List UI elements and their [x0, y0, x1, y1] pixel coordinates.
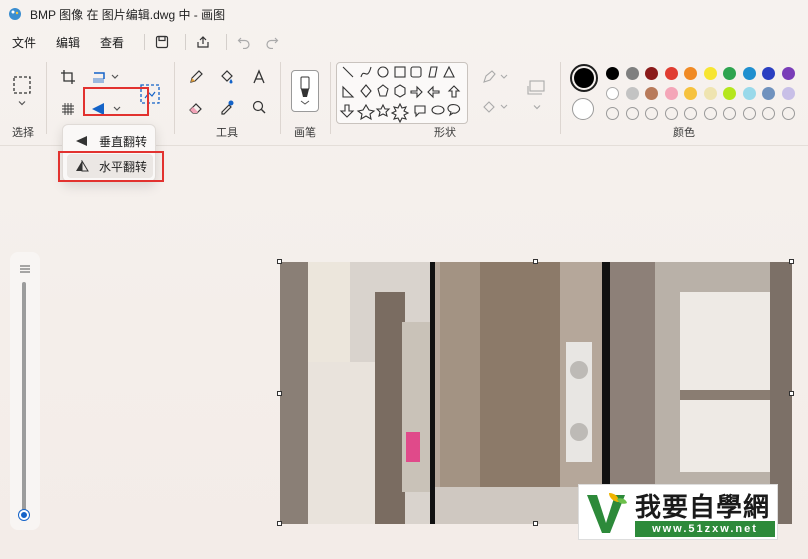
- menu-bar: 文件 编辑 查看: [0, 28, 808, 56]
- resize-handle[interactable]: [533, 521, 538, 526]
- flip-horizontal-highlight-box: [58, 151, 164, 182]
- custom-color-slot[interactable]: [703, 107, 717, 120]
- window-title: BMP 图像 在 图片编辑.dwg 中 - 画图: [30, 7, 226, 22]
- resize-handle[interactable]: [789, 391, 794, 396]
- text-icon[interactable]: [248, 66, 270, 88]
- color-swatch[interactable]: [762, 87, 775, 100]
- secondary-color-button[interactable]: [572, 98, 594, 120]
- menu-item-flip-vertical[interactable]: 垂直翻转: [67, 129, 153, 153]
- logo-v-icon: [587, 493, 627, 533]
- crop-icon[interactable]: [57, 66, 79, 88]
- undo-icon[interactable]: [233, 31, 255, 53]
- fill-bucket-icon[interactable]: [216, 66, 238, 88]
- color-swatch[interactable]: [723, 67, 736, 80]
- tools-group: 工具: [174, 56, 280, 146]
- color-swatch[interactable]: [645, 67, 658, 80]
- menu-file[interactable]: 文件: [6, 31, 42, 54]
- resize-icon[interactable]: [89, 66, 125, 88]
- logo-brand-text: 我要自學網: [635, 493, 771, 523]
- custom-color-slot[interactable]: [781, 107, 795, 120]
- color-swatch[interactable]: [781, 67, 795, 80]
- zoom-slider-icon: [20, 265, 30, 273]
- primary-color-swatch: [574, 68, 594, 88]
- group-label-brushes: 画笔: [294, 127, 316, 139]
- color-swatch[interactable]: [703, 87, 717, 100]
- resize-handle[interactable]: [277, 259, 282, 264]
- color-swatch[interactable]: [625, 87, 639, 100]
- eraser-icon[interactable]: [185, 96, 207, 118]
- layers-icon[interactable]: [524, 76, 550, 102]
- magnifier-icon[interactable]: [248, 96, 270, 118]
- color-swatch[interactable]: [664, 67, 678, 80]
- menu-edit[interactable]: 编辑: [50, 31, 86, 54]
- menu-divider: [226, 34, 228, 50]
- flip-vertical-icon: [76, 136, 87, 146]
- custom-color-slot[interactable]: [723, 107, 736, 120]
- color-picker-icon[interactable]: [216, 96, 238, 118]
- color-swatch[interactable]: [684, 67, 697, 80]
- color-swatch[interactable]: [781, 87, 795, 100]
- resize-handle[interactable]: [789, 259, 794, 264]
- color-swatch[interactable]: [664, 87, 678, 100]
- title-bar: BMP 图像 在 图片编辑.dwg 中 - 画图: [0, 0, 808, 28]
- group-label-tools: 工具: [216, 127, 238, 139]
- group-label-select: 选择: [12, 127, 34, 139]
- color-swatch[interactable]: [703, 67, 717, 80]
- custom-color-slot[interactable]: [762, 107, 775, 120]
- shapes-gallery[interactable]: [336, 62, 468, 124]
- watermark-logo: 我要自學網 www.51zxw.net: [578, 484, 778, 540]
- group-label-shapes: 形状: [434, 127, 456, 139]
- menu-view[interactable]: 查看: [94, 31, 130, 54]
- custom-color-slot[interactable]: [664, 107, 678, 120]
- menu-divider: [144, 34, 146, 50]
- save-icon[interactable]: [151, 31, 173, 53]
- color-swatch[interactable]: [606, 67, 619, 80]
- chevron-down-icon[interactable]: [11, 96, 33, 110]
- zoom-slider-thumb[interactable]: [19, 510, 29, 520]
- resize-grid-icon[interactable]: [57, 98, 79, 120]
- shape-outline-icon[interactable]: [480, 66, 512, 88]
- group-label-colors: 颜色: [673, 127, 695, 139]
- brushes-group: 画笔: [280, 56, 330, 146]
- colors-group: 颜色: [560, 56, 808, 146]
- chevron-down-icon[interactable]: [526, 100, 548, 114]
- custom-color-slot[interactable]: [645, 107, 658, 120]
- logo-url-text: www.51zxw.net: [635, 521, 775, 537]
- redo-icon[interactable]: [261, 31, 283, 53]
- color-swatch[interactable]: [723, 87, 736, 100]
- primary-color-button[interactable]: [570, 64, 598, 92]
- resize-handle[interactable]: [277, 391, 282, 396]
- color-swatch[interactable]: [762, 67, 775, 80]
- shape-fill-icon[interactable]: [480, 96, 512, 118]
- color-swatch[interactable]: [684, 87, 697, 100]
- zoom-slider-track[interactable]: [22, 282, 26, 514]
- share-icon[interactable]: [192, 31, 214, 53]
- color-swatch[interactable]: [625, 67, 639, 80]
- brush-icon[interactable]: [291, 70, 319, 112]
- resize-handle[interactable]: [277, 521, 282, 526]
- custom-color-slot[interactable]: [625, 107, 639, 120]
- color-swatch[interactable]: [742, 67, 756, 80]
- shapes-group: 形状: [330, 56, 560, 146]
- color-swatch[interactable]: [645, 87, 658, 100]
- pencil-icon[interactable]: [185, 66, 207, 88]
- rotate-highlight-box: [83, 87, 149, 116]
- custom-color-slot[interactable]: [606, 107, 619, 120]
- menu-item-label: 垂直翻转: [99, 134, 148, 149]
- resize-handle[interactable]: [533, 259, 538, 264]
- select-rect-icon[interactable]: [11, 74, 33, 96]
- paint-app-icon: [9, 8, 21, 20]
- menu-divider: [185, 34, 187, 50]
- custom-color-slot[interactable]: [742, 107, 756, 120]
- color-swatch[interactable]: [606, 87, 619, 100]
- color-swatch[interactable]: [742, 87, 756, 100]
- select-group: 选择: [0, 56, 46, 146]
- custom-color-slot[interactable]: [684, 107, 697, 120]
